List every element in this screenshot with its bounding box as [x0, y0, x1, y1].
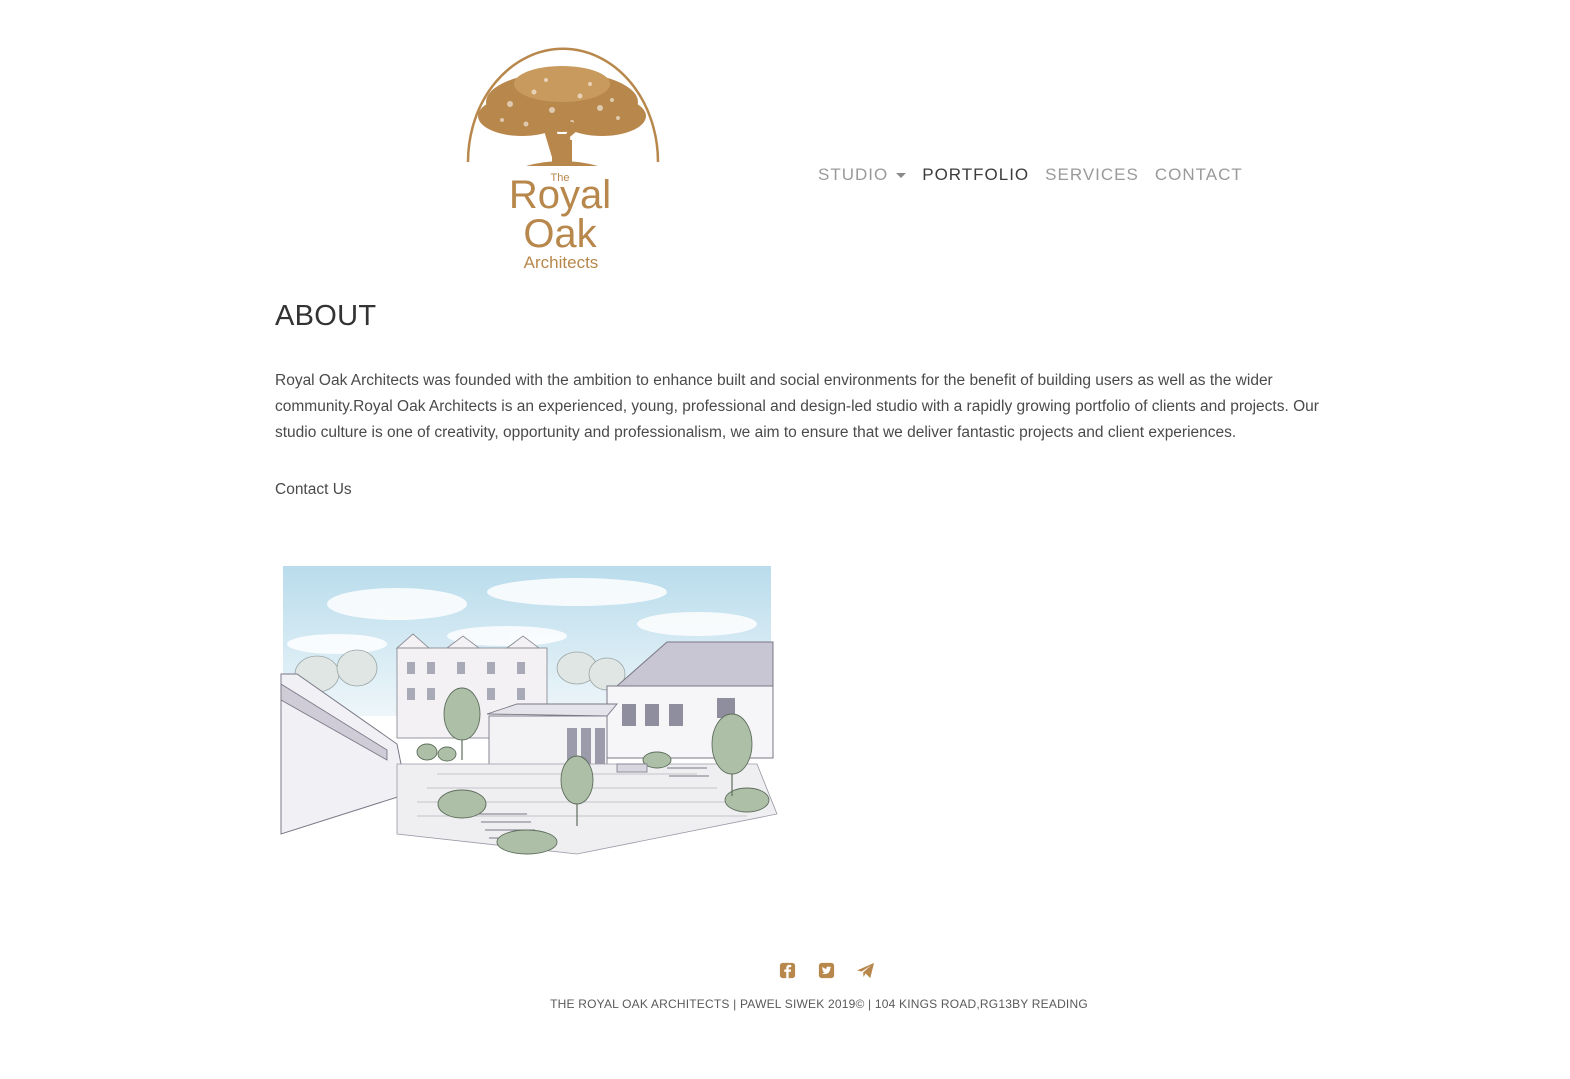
footer-copyright: THE ROYAL OAK ARCHITECTS | PAWEL SIWEK 2… [550, 997, 1088, 1011]
social-links [778, 961, 875, 980]
page-title: ABOUT [275, 300, 377, 332]
nav-item-services-label: SERVICES [1045, 165, 1139, 184]
caret-down-icon [896, 172, 907, 178]
main-nav: STUDIO PORTFOLIO SERVICES CONTACT [818, 162, 1243, 188]
architecture-illustration [277, 564, 787, 862]
oak-tree-logo-icon: The Royal Oak Architects [466, 47, 660, 272]
logo-oak-text: Oak [523, 212, 597, 256]
nav-item-services[interactable]: SERVICES [1045, 162, 1139, 188]
nav-item-contact-label: CONTACT [1154, 165, 1243, 184]
nav-item-portfolio[interactable]: PORTFOLIO [922, 162, 1029, 188]
nav-item-studio[interactable]: STUDIO [818, 162, 907, 188]
twitter-icon[interactable] [817, 961, 836, 980]
nav-item-contact[interactable]: CONTACT [1155, 162, 1243, 188]
logo[interactable]: The Royal Oak Architects [462, 44, 662, 276]
logo-royal-text: Royal [509, 173, 611, 217]
paper-plane-icon[interactable] [856, 961, 875, 980]
nav-item-portfolio-label: PORTFOLIO [922, 165, 1030, 184]
facebook-icon[interactable] [778, 961, 797, 980]
about-paragraph: Royal Oak Architects was founded with th… [275, 372, 1319, 441]
contact-us-link[interactable]: Contact Us [275, 481, 352, 499]
nav-item-studio-label: STUDIO [818, 165, 889, 184]
logo-architects-text: Architects [524, 253, 599, 272]
